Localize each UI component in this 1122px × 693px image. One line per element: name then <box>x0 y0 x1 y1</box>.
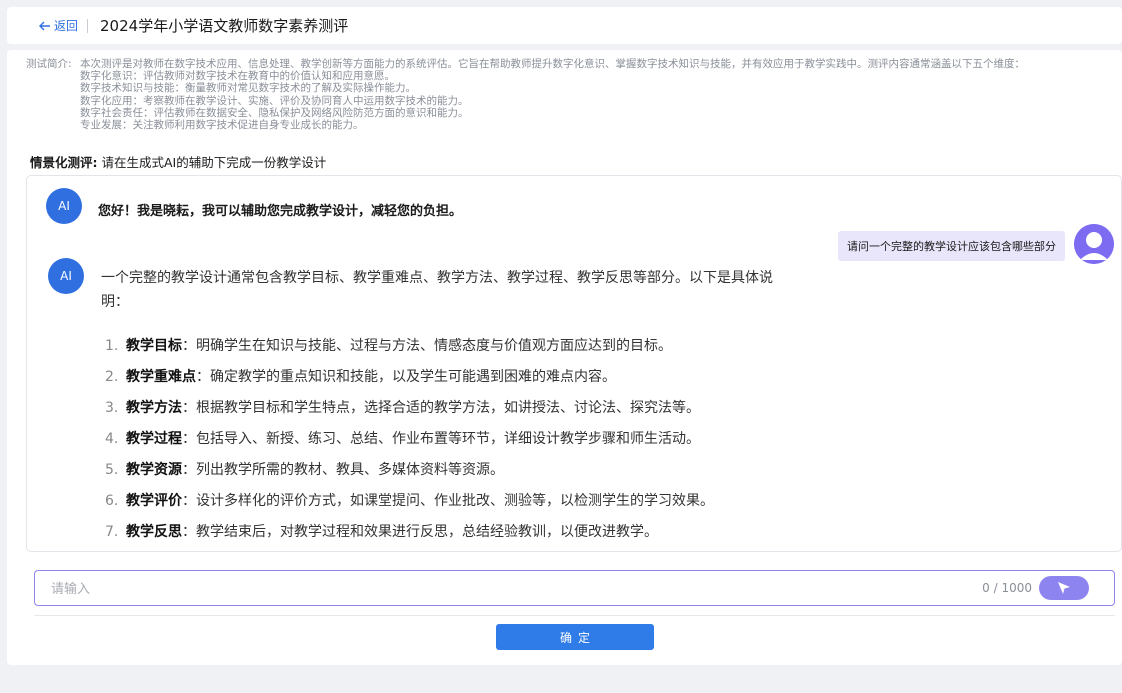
main-panel: 测试简介: 本次测评是对教师在数字技术应用、信息处理、教学创新等方面能力的系统评… <box>7 50 1122 665</box>
answer-intro: 一个完整的教学设计通常包含教学目标、教学重难点、教学方法、教学过程、教学反思等部… <box>101 270 773 310</box>
list-item: 7. 教学反思 ：教学结束后，对教学过程和效果进行反思，总结经验教训，以便改进教学。 <box>105 523 658 540</box>
dimension-item: 数字化意识：评估教师对数字技术在教育中的价值认知和应用意愿。 <box>80 70 395 83</box>
top-bar: 返回 2024学年小学语文教师数字素养测评 <box>7 7 1122 44</box>
list-item: 1. 教学目标 ：明确学生在知识与技能、过程与方法、情感态度与价值观方面应达到的目标… <box>105 337 672 354</box>
send-button[interactable] <box>1039 576 1089 600</box>
user-avatar-icon <box>1074 224 1114 264</box>
chat-input[interactable] <box>49 578 933 600</box>
char-counter: 0 / 1000 <box>982 581 1032 595</box>
scenario-prompt: 情景化测评: 请在生成式AI的辅助下完成一份教学设计 <box>30 152 326 171</box>
dimension-item: 数字技术知识与技能：衡量教师对常见数字技术的了解及实际操作能力。 <box>80 82 416 95</box>
list-item: 5. 教学资源 ：列出教学所需的教材、教具、多媒体资料等资源。 <box>105 461 504 478</box>
test-intro: 测试简介: 本次测评是对教师在数字技术应用、信息处理、教学创新等方面能力的系统评… <box>26 58 1106 131</box>
ai-answer: 一个完整的教学设计通常包含教学目标、教学重难点、教学方法、教学过程、教学反思等部… <box>101 266 781 547</box>
chat-panel[interactable]: AI 您好！我是晓耘，我可以辅助您完成教学设计，减轻您的负担。 请问一个完整的教… <box>26 175 1122 552</box>
arrow-left-icon <box>39 21 50 30</box>
back-button[interactable]: 返回 <box>39 17 78 34</box>
page-title: 2024学年小学语文教师数字素养测评 <box>100 17 349 35</box>
answer-list: 1. 教学目标 ：明确学生在知识与技能、过程与方法、情感态度与价值观方面应达到的目标… <box>101 330 781 547</box>
footer-divider <box>34 615 1115 616</box>
intro-text: 本次测评是对教师在数字技术应用、信息处理、教学创新等方面能力的系统评估。它旨在帮… <box>80 58 1025 70</box>
dimension-item: 数字社会责任：评估教师在数据安全、隐私保护及网络风险防范方面的意识和能力。 <box>80 106 469 119</box>
scenario-label: 情景化测评: <box>30 155 98 170</box>
back-label: 返回 <box>54 19 79 33</box>
dimension-item: 专业发展：关注教师利用数字技术促进自身专业成长的能力。 <box>80 119 364 132</box>
ai-avatar: AI <box>48 258 84 294</box>
ai-avatar: AI <box>46 188 82 224</box>
divider <box>87 18 89 33</box>
list-item: 4. 教学过程 ：包括导入、新授、练习、总结、作业布置等环节，详细设计教学步骤和师生… <box>105 430 700 447</box>
chat-input-box[interactable]: 0 / 1000 <box>34 570 1115 606</box>
list-item: 3. 教学方法 ：根据教学目标和学生特点，选择合适的教学方法，如讲授法、讨论法、探究… <box>105 399 700 416</box>
confirm-button[interactable]: 确定 <box>496 624 654 650</box>
scenario-text: 请在生成式AI的辅助下完成一份教学设计 <box>101 155 327 170</box>
intro-label: 测试简介: <box>26 58 72 70</box>
send-cursor-icon <box>1058 582 1070 594</box>
list-item: 6. 教学评价 ：设计多样化的评价方式，如课堂提问、作业批改、测验等，以检测学生的学… <box>105 492 714 509</box>
user-message: 请问一个完整的教学设计应该包含哪些部分 <box>838 231 1065 261</box>
list-item: 2. 教学重难点 ：确定教学的重点知识和技能，以及学生可能遇到困难的难点内容。 <box>105 368 616 385</box>
ai-greeting: 您好！我是晓耘，我可以辅助您完成教学设计，减轻您的负担。 <box>98 204 463 219</box>
dimension-item: 数字化应用：考察教师在教学设计、实施、评价及协同育人中运用数字技术的能力。 <box>80 94 469 107</box>
